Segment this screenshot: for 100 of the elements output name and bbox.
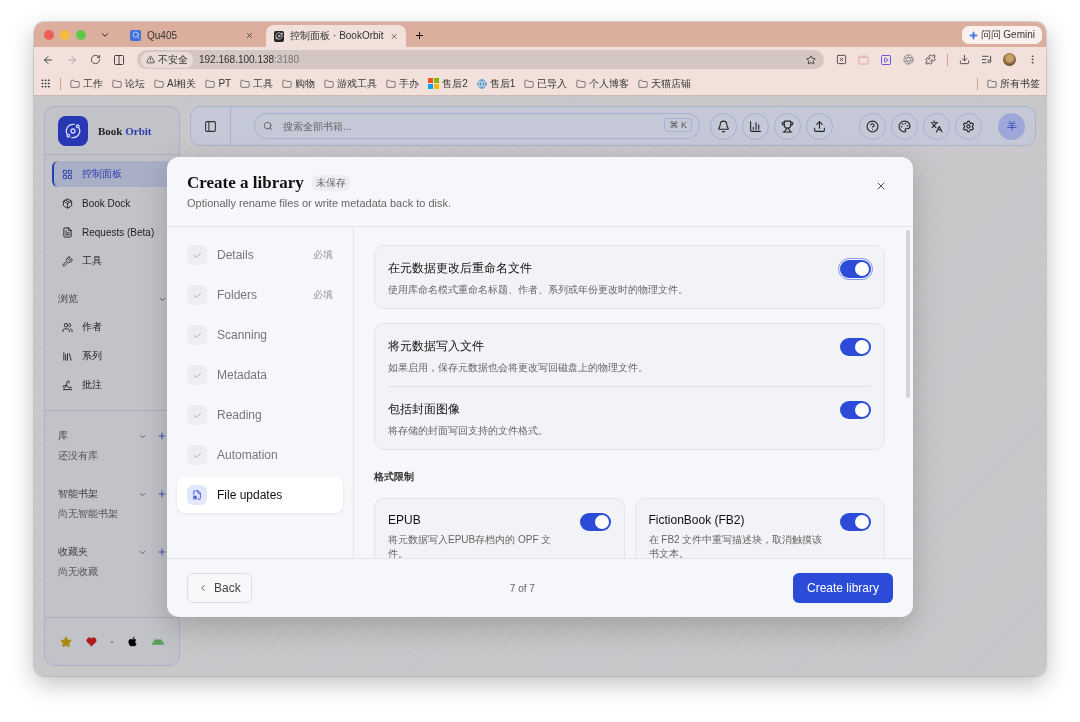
address-bar[interactable]: 不安全 192.168.100.138:3180 (137, 50, 824, 69)
star-icon[interactable] (60, 635, 72, 648)
empty-text: 还没有库 (57, 449, 99, 463)
setting-title: 在元数据更改后重命名文件 (388, 260, 533, 277)
heart-icon[interactable] (86, 636, 97, 647)
gemini-button[interactable]: 问问 Gemini (961, 26, 1042, 44)
toolbar-icon (749, 119, 762, 133)
bookmark-item[interactable]: 售后2 (428, 76, 468, 91)
check-icon (187, 285, 207, 305)
nav-icon (62, 197, 73, 209)
folder-icon (154, 78, 164, 89)
create-library-button[interactable]: Create library (792, 573, 893, 603)
toggle-switch[interactable] (579, 513, 611, 531)
globe-icon (476, 78, 487, 89)
section-title: 格式限制 (374, 470, 415, 484)
folder-icon (324, 78, 335, 89)
play-icon[interactable] (880, 53, 892, 66)
step-item[interactable]: File updates (177, 477, 343, 513)
back-icon[interactable] (42, 53, 54, 66)
security-chip[interactable]: 不安全 (141, 51, 193, 68)
logo-icon (58, 115, 88, 146)
favicon-icon (130, 29, 141, 41)
section-title: 库 (58, 429, 69, 443)
nav-icon (62, 255, 73, 267)
nav-item[interactable]: 批注 (52, 372, 172, 398)
file-icon (187, 485, 207, 505)
bookmark-item[interactable]: 工作 (70, 76, 103, 91)
nav-item[interactable]: Requests (Beta) (52, 219, 172, 245)
bookmark-item[interactable]: PT (205, 78, 232, 89)
toggle-switch[interactable] (840, 513, 871, 531)
new-tab-icon[interactable] (414, 30, 425, 41)
back-button[interactable]: Back (187, 573, 252, 603)
nav-icon (62, 350, 73, 362)
bookmark-item[interactable]: AI相关 (154, 76, 197, 91)
dialog-title: Create a library (187, 173, 304, 193)
toolbar-icon (930, 119, 943, 133)
toolbar-icon (717, 119, 730, 133)
windows-logo-icon (428, 78, 440, 89)
nav-icon (62, 321, 73, 333)
search-icon (263, 121, 273, 131)
close-icon (875, 180, 887, 192)
user-avatar[interactable]: 羊 (998, 112, 1025, 140)
toolbar-icon (813, 119, 826, 133)
bookmark-item[interactable]: 售后1 (476, 76, 516, 91)
reload-icon[interactable] (90, 54, 101, 65)
step-item[interactable]: Details 必填 (177, 237, 343, 273)
apps-icon[interactable] (40, 78, 51, 89)
nav-item[interactable]: 工具 (52, 248, 172, 274)
all-bookmarks[interactable]: 所有书签 (987, 76, 1040, 91)
bookmark-star-icon[interactable] (806, 54, 816, 65)
scrollbar[interactable] (906, 230, 910, 398)
apple-icon[interactable] (127, 636, 138, 647)
bookmark-item[interactable]: 论坛 (112, 76, 145, 91)
nav-item[interactable]: 作者 (52, 314, 172, 340)
setting-title: 将元数据写入文件 (388, 338, 485, 355)
check-icon (187, 325, 207, 345)
step-item[interactable]: Scanning (177, 317, 343, 353)
setting-title: 包括封面图像 (388, 401, 461, 418)
split-view-icon[interactable] (113, 53, 125, 66)
bookmark-item[interactable]: 已导入 (524, 76, 568, 91)
bookmark-item[interactable]: 游戏工具 (324, 76, 378, 91)
section-title: 收藏夹 (58, 545, 89, 559)
bookmark-item[interactable]: 个人博客 (576, 76, 630, 91)
setting-description: 在 FB2 文件中重写描述块，取消触摸该书文本。 (648, 533, 824, 558)
folder-icon (576, 78, 587, 89)
step-item[interactable]: Reading (177, 397, 343, 433)
setting-description: 将元数据写入EPUB存档内的 OPF 文件。 (388, 533, 553, 558)
extensions-icon[interactable] (925, 54, 936, 65)
nav-icon (62, 168, 73, 180)
bookmark-item[interactable]: 手办 (386, 76, 420, 91)
add-icon[interactable] (157, 547, 167, 557)
check-icon (187, 445, 207, 465)
empty-text: 尚无收藏 (57, 565, 99, 579)
aperture-icon[interactable] (903, 54, 914, 65)
add-icon[interactable] (157, 431, 167, 441)
bookmark-item[interactable]: 工具 (240, 76, 274, 91)
browser-tab[interactable]: Qu405 (122, 25, 262, 45)
section-title: 智能书架 (58, 487, 99, 501)
media-icon[interactable] (981, 54, 992, 65)
warning-icon (146, 55, 155, 64)
step-item[interactable]: Metadata (177, 357, 343, 393)
add-icon[interactable] (157, 489, 167, 499)
step-item[interactable]: Automation (177, 437, 343, 473)
step-item[interactable]: Folders 必填 (177, 277, 343, 313)
browser-tab[interactable]: 控制面板 · BookOrbit (266, 25, 406, 47)
tab-list-icon[interactable] (100, 30, 110, 40)
toggle-switch[interactable] (840, 338, 871, 356)
folder-icon (112, 78, 122, 89)
toggle-switch[interactable] (840, 401, 871, 419)
profile-avatar[interactable] (1003, 53, 1016, 66)
nav-item[interactable]: 系列 (52, 343, 172, 369)
close-icon[interactable] (245, 30, 254, 40)
folder-icon (205, 78, 216, 89)
bookmark-item[interactable]: 购物 (282, 76, 316, 91)
nav-item[interactable]: Book Dock (52, 190, 172, 216)
download-icon[interactable] (959, 54, 970, 65)
extension-icon[interactable] (836, 54, 847, 65)
close-icon[interactable] (389, 31, 398, 41)
folder-icon (240, 78, 251, 89)
bookmark-item[interactable]: 天猫店铺 (638, 76, 692, 91)
